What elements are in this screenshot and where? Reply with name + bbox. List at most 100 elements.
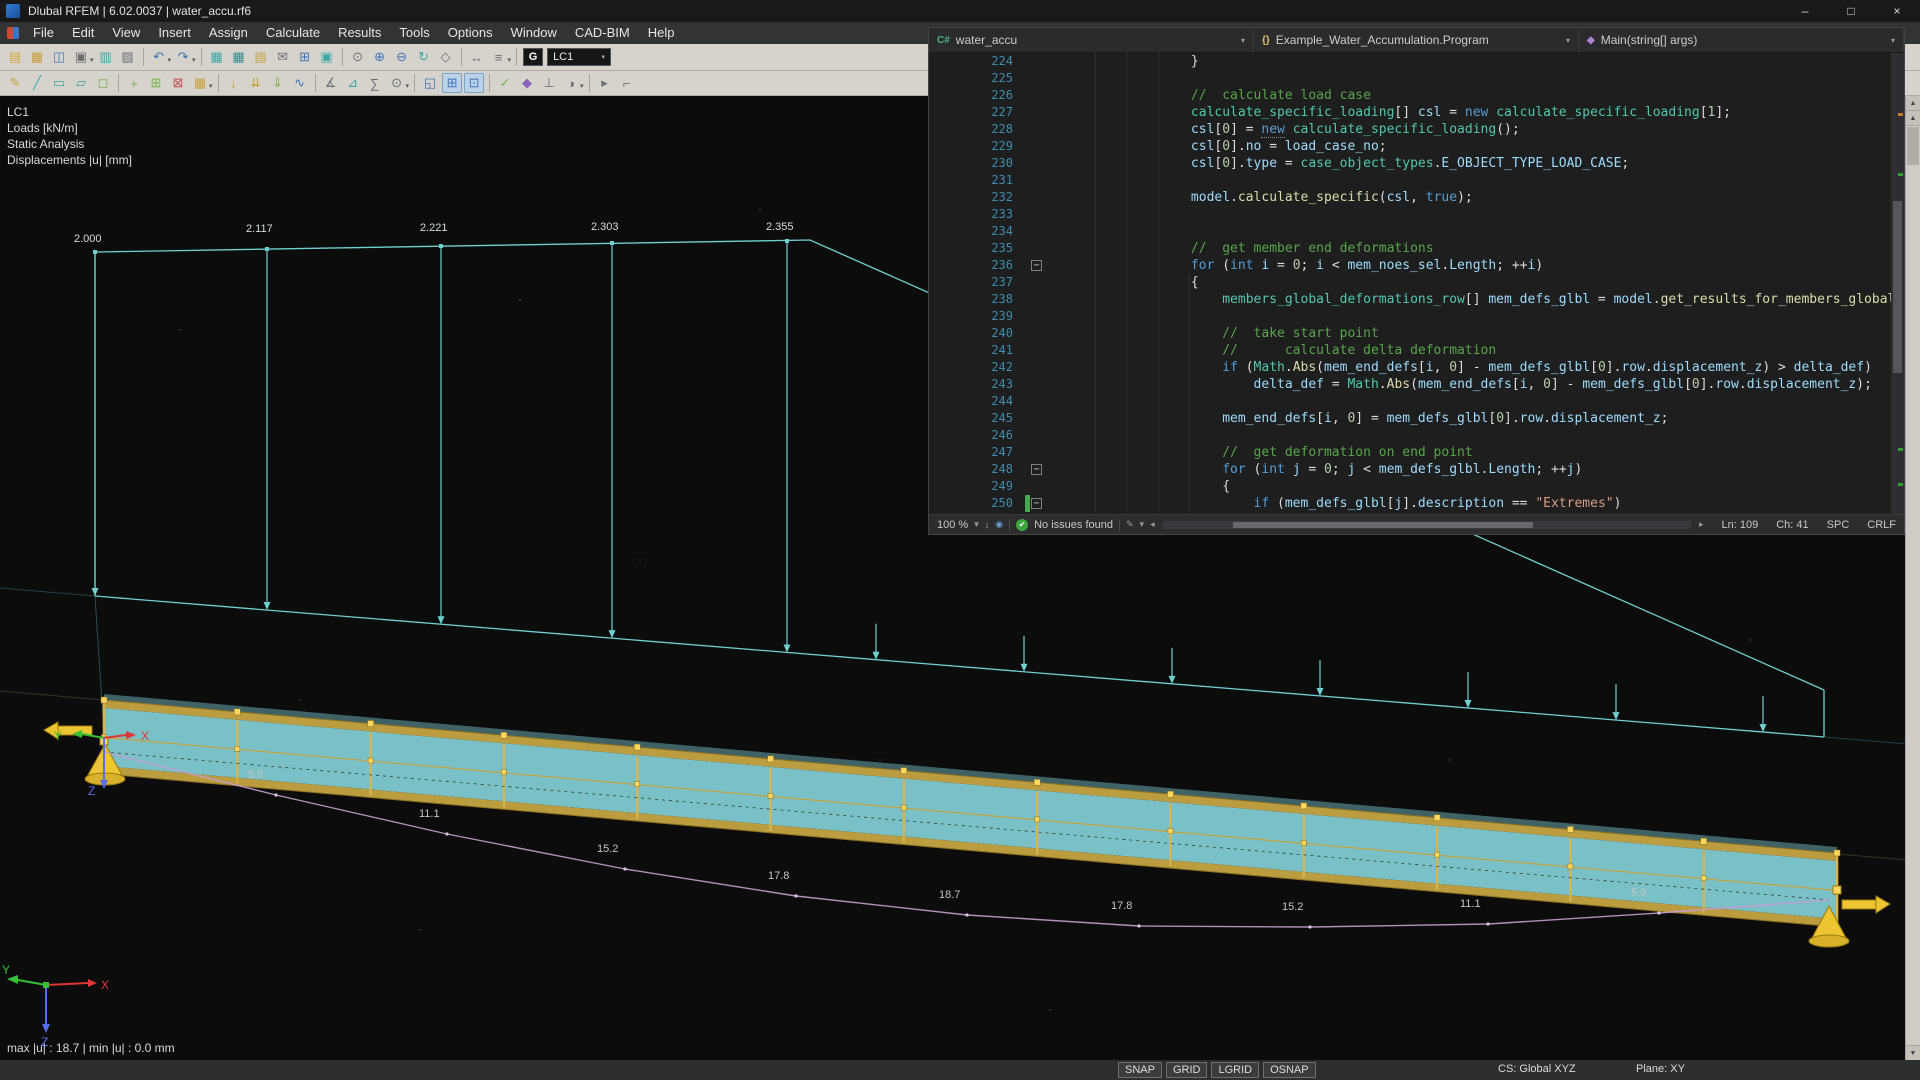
code-line[interactable]: 240 // take start point — [929, 325, 1904, 342]
open-file-icon[interactable]: ▦ — [27, 47, 47, 67]
code-line[interactable]: 224 } — [929, 53, 1904, 70]
code-line[interactable]: 231 — [929, 172, 1904, 189]
code-line[interactable]: 247 // get deformation on end point — [929, 444, 1904, 461]
chevron-down-icon[interactable]: ▾ — [90, 56, 94, 64]
column-indicator[interactable]: Ch: 41 — [1776, 519, 1808, 531]
menu-calculate[interactable]: Calculate — [257, 22, 329, 44]
line-icon[interactable]: ╱ — [27, 73, 47, 93]
area-load-icon[interactable]: ⇓ — [268, 73, 288, 93]
code-line[interactable]: 234 — [929, 223, 1904, 240]
rotate-view-icon[interactable]: ↻ — [414, 47, 434, 67]
fold-collapse-icon[interactable]: − — [1031, 464, 1042, 475]
sync-icon[interactable]: ◉ — [995, 519, 1003, 530]
menu-window[interactable]: Window — [502, 22, 566, 44]
printout-report-icon[interactable]: ▤ — [251, 47, 271, 67]
surface-icon[interactable]: ▱ — [71, 73, 91, 93]
zoom-level[interactable]: 100 % — [937, 519, 968, 531]
grid-icon[interactable]: ⊞ — [295, 47, 315, 67]
code-line[interactable]: 235 // get member end deformations — [929, 240, 1904, 257]
code-line[interactable]: 232 model.calculate_specific(csl, true); — [929, 189, 1904, 206]
scroll-down-icon[interactable]: ▼ — [1906, 1045, 1920, 1060]
sum-icon[interactable]: ∑ — [365, 73, 385, 93]
redo-icon[interactable]: ↷ — [173, 47, 193, 67]
code-line[interactable]: 248 − for (int j = 0; j < mem_defs_glbl.L… — [929, 461, 1904, 478]
zoom-caret-icon[interactable]: ▾ — [974, 519, 979, 530]
menu-view[interactable]: View — [103, 22, 149, 44]
chevron-down-icon[interactable]: ▾ — [406, 82, 410, 90]
edit-mode-icon[interactable]: ✎ — [1126, 519, 1134, 530]
zoom-in-icon[interactable]: ⊕ — [370, 47, 390, 67]
menu-assign[interactable]: Assign — [200, 22, 257, 44]
menu-results[interactable]: Results — [329, 22, 390, 44]
code-line[interactable]: 229 csl[0].no = load_case_no; — [929, 138, 1904, 155]
isometric-view-icon[interactable]: ◇ — [436, 47, 456, 67]
solid-icon[interactable]: ◻ — [93, 73, 113, 93]
support-icon[interactable]: ⊠ — [168, 73, 188, 93]
fold-collapse-icon[interactable]: − — [1031, 498, 1042, 509]
menu-help[interactable]: Help — [639, 22, 684, 44]
code-line[interactable]: 225 — [929, 70, 1904, 87]
results-table-icon[interactable]: ▦ — [229, 47, 249, 67]
code-line[interactable]: 241 // calculate delta deformation — [929, 342, 1904, 359]
load-case-combo[interactable]: LC1 ▾ — [547, 48, 612, 66]
edit-icon[interactable]: ✎ — [5, 73, 25, 93]
toggle-lgrid[interactable]: LGRID — [1211, 1062, 1260, 1078]
menu-edit[interactable]: Edit — [63, 22, 103, 44]
chevron-down-icon[interactable]: ▾ — [580, 82, 584, 90]
hinge-icon[interactable]: ▦ — [190, 73, 210, 93]
code-line[interactable]: 245 mem_end_defs[i, 0] = mem_defs_glbl[0… — [929, 410, 1904, 427]
editor-breadcrumb-2[interactable]: ◆ Main(string[] args) ▾ — [1579, 28, 1904, 52]
copy-icon[interactable]: ▨ — [118, 47, 138, 67]
code-line[interactable]: 237 { — [929, 274, 1904, 291]
visibility-mode-icon[interactable]: ◑ — [561, 73, 581, 93]
work-plane-indicator[interactable]: Plane: XY — [1636, 1063, 1685, 1075]
toggle-osnap[interactable]: OSNAP — [1263, 1062, 1316, 1078]
chevron-down-icon[interactable]: ▾ — [192, 56, 196, 64]
work-plane-icon[interactable]: ⊡ — [464, 73, 485, 93]
editor-breadcrumb-1[interactable]: {} Example_Water_Accumulation.Program ▾ — [1254, 28, 1579, 52]
viewport-scrollbar[interactable]: ▲ ▲ ▼ — [1905, 96, 1920, 1060]
print-icon[interactable]: ▣ — [71, 47, 91, 67]
menu-insert[interactable]: Insert — [149, 22, 200, 44]
chevron-down-icon[interactable]: ▾ — [1885, 36, 1895, 45]
check-model-icon[interactable]: ✓ — [495, 73, 515, 93]
data-table-icon[interactable]: ▦ — [207, 47, 227, 67]
indent-indicator[interactable]: SPC — [1827, 519, 1850, 531]
code-line[interactable]: 228 csl[0] = new calculate_specific_load… — [929, 121, 1904, 138]
menu-file[interactable]: File — [24, 22, 63, 44]
views-menu-icon[interactable]: ≡ — [489, 47, 509, 67]
code-line[interactable]: 250 − if (mem_defs_glbl[j].description ==… — [929, 495, 1904, 512]
code-line[interactable]: 242 if (Math.Abs(mem_end_defs[i, 0] - me… — [929, 359, 1904, 376]
chevron-down-icon[interactable]: ▾ — [508, 56, 512, 64]
code-line[interactable]: 246 — [929, 427, 1904, 444]
code-line[interactable]: 243 delta_def = Math.Abs(mem_end_defs[i,… — [929, 376, 1904, 393]
editor-vertical-scrollbar[interactable] — [1891, 53, 1904, 514]
dimension-icon[interactable]: ∡ — [321, 73, 341, 93]
panel-icon[interactable]: ▣ — [317, 47, 337, 67]
visibility-g-button[interactable]: G — [523, 48, 544, 66]
member-icon[interactable]: ▭ — [49, 73, 69, 93]
chevron-down-icon[interactable]: ▾ — [209, 82, 213, 90]
split-view-icon[interactable]: ↕ — [985, 520, 990, 530]
mesh-icon[interactable]: ⊞ — [146, 73, 166, 93]
snap-settings-icon[interactable]: ◱ — [420, 73, 440, 93]
new-model-icon[interactable]: ▤ — [5, 47, 25, 67]
close-button[interactable]: × — [1874, 0, 1920, 22]
line-load-icon[interactable]: ⇊ — [246, 73, 266, 93]
editor-breadcrumb-0[interactable]: C# water_accu ▾ — [929, 28, 1254, 52]
scroll-up-icon[interactable]: ▲ — [1906, 96, 1920, 111]
editor-body[interactable]: 224 } 225 226 // calculate load case 227 ca… — [929, 53, 1904, 514]
toggle-grid[interactable]: GRID — [1165, 1062, 1208, 1078]
menu-options[interactable]: Options — [439, 22, 502, 44]
minimize-button[interactable]: – — [1782, 0, 1828, 22]
menu-cadbim[interactable]: CAD-BIM — [566, 22, 639, 44]
code-line[interactable]: 236 − for (int i = 0; i < mem_noes_sel.Le… — [929, 257, 1904, 274]
undo-icon[interactable]: ↶ — [149, 47, 169, 67]
save-icon[interactable]: ◫ — [49, 47, 69, 67]
pointer-icon[interactable]: ▸ — [595, 73, 615, 93]
render-mode-icon[interactable]: ◆ — [517, 73, 537, 93]
issues-status[interactable]: No issues found — [1034, 519, 1113, 531]
scroll-right-icon[interactable]: ▸ — [1699, 519, 1704, 530]
screenshot-icon[interactable]: ▥ — [96, 47, 116, 67]
code-line[interactable]: 249 { — [929, 478, 1904, 495]
